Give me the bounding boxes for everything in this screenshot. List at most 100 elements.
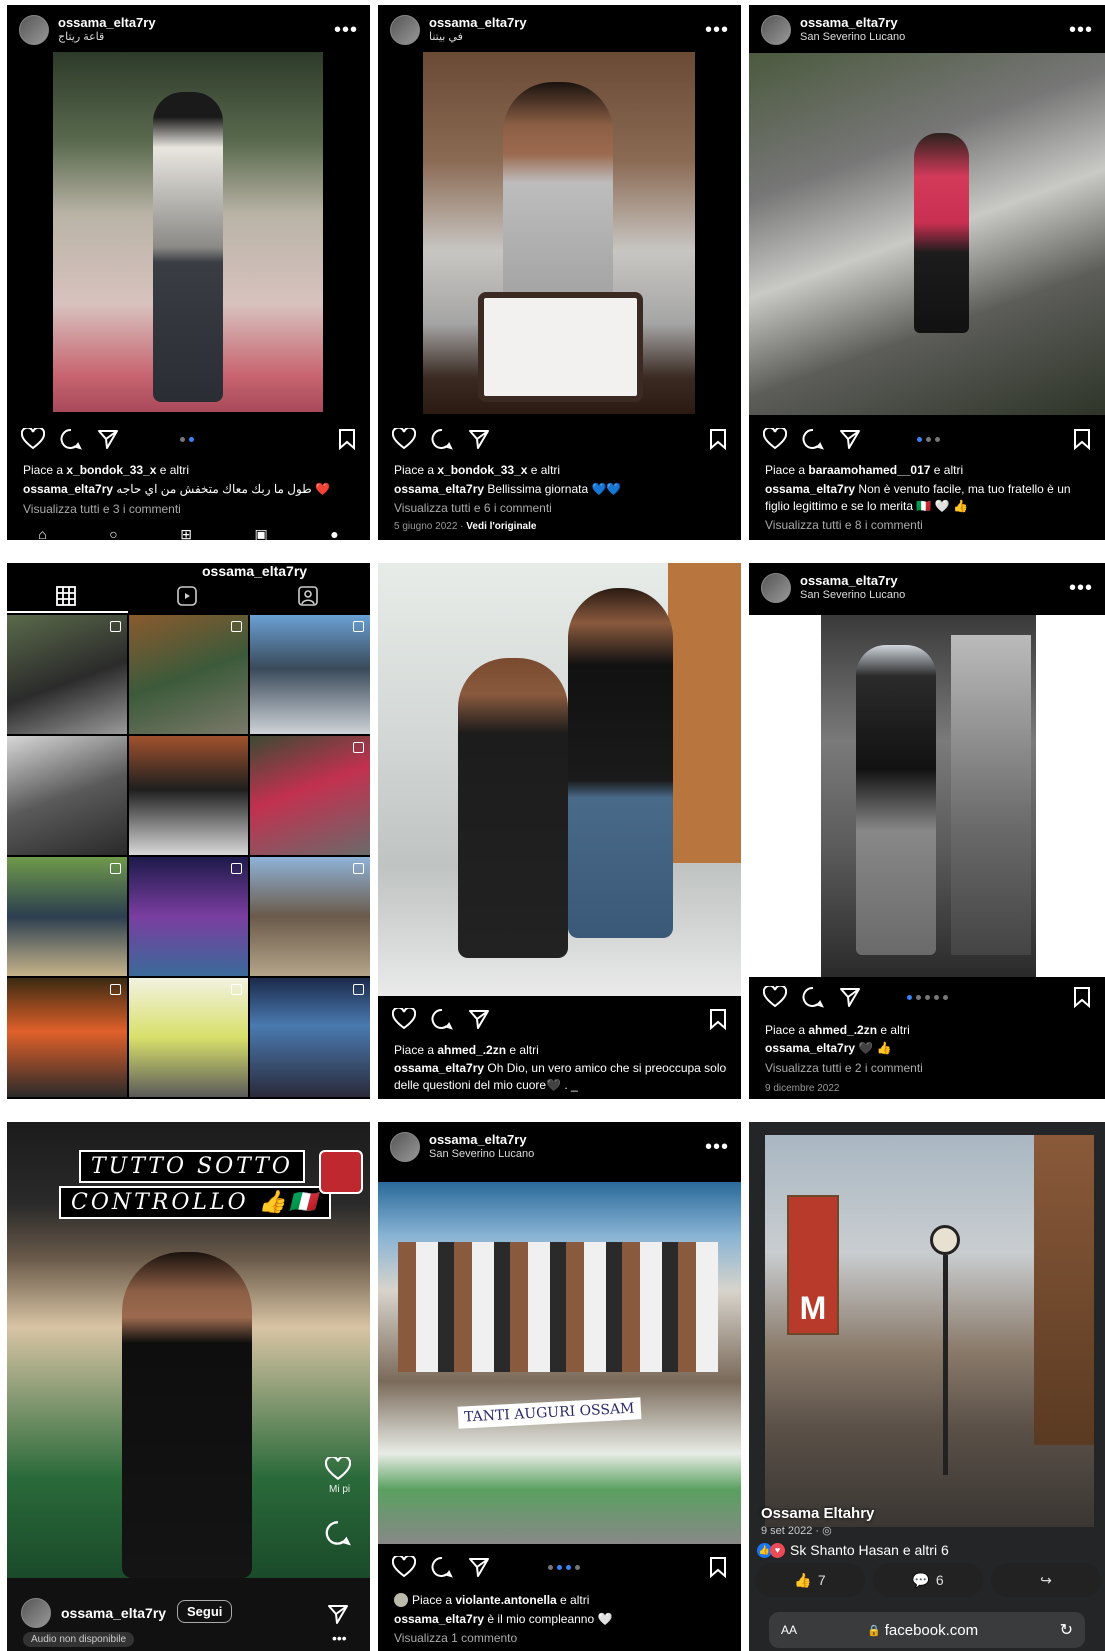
grid-post[interactable] <box>250 978 370 1097</box>
heart-icon[interactable] <box>21 428 45 450</box>
comment-icon[interactable] <box>60 428 82 450</box>
share-icon[interactable] <box>327 1603 349 1625</box>
caption-username[interactable]: ossama_elta7ry <box>394 1061 484 1075</box>
location[interactable]: في بيتنا <box>429 30 527 45</box>
location[interactable]: قاعة ريتاج <box>58 30 156 45</box>
grid-post[interactable] <box>128 978 249 1097</box>
post-photo[interactable] <box>53 52 323 412</box>
liked-username[interactable]: violante.antonella <box>455 1593 556 1607</box>
avatar[interactable] <box>21 1598 51 1628</box>
more-options-icon[interactable]: ••• <box>1069 577 1093 600</box>
liked-username[interactable]: x_bondok_33_x <box>437 463 527 477</box>
bookmark-icon[interactable] <box>709 1556 727 1578</box>
heart-icon[interactable] <box>392 1008 416 1030</box>
caption-username[interactable]: ossama_elta7ry <box>394 482 484 496</box>
comment-icon[interactable] <box>802 986 824 1008</box>
caption-username[interactable]: ossama_elta7ry <box>765 482 855 496</box>
location[interactable]: San Severino Lucano <box>429 1147 534 1162</box>
see-original-link[interactable]: Vedi l'originale <box>466 521 536 532</box>
caption-username[interactable]: ossama_elta7ry <box>23 482 113 496</box>
heart-icon[interactable] <box>392 428 416 450</box>
add-icon[interactable]: ⊞ <box>180 527 192 540</box>
comment-button[interactable]: 💬 6 <box>873 1563 983 1597</box>
bookmark-icon[interactable] <box>709 428 727 450</box>
reels-badge-icon[interactable] <box>319 1150 363 1194</box>
view-comments-link[interactable]: Visualizza tutti e 6 i commenti <box>394 500 729 517</box>
username[interactable]: ossama_elta7ry <box>800 15 905 30</box>
post-photo[interactable] <box>749 53 1105 415</box>
bookmark-icon[interactable] <box>1073 986 1091 1008</box>
heart-icon[interactable] <box>763 986 787 1008</box>
liked-username[interactable]: ahmed_.2zn <box>437 1043 506 1057</box>
share-icon[interactable] <box>468 1556 490 1578</box>
browser-address-bar[interactable]: AA 🔒 facebook.com ↻ <box>769 1612 1085 1648</box>
post-photo[interactable] <box>378 563 741 996</box>
avatar[interactable] <box>390 15 420 45</box>
text-size-button[interactable]: AA <box>781 1623 797 1637</box>
bookmark-icon[interactable] <box>338 428 356 450</box>
follow-button[interactable]: Segui <box>177 1600 233 1623</box>
location[interactable]: San Severino Lucano <box>800 588 905 603</box>
avatar[interactable] <box>19 15 49 45</box>
reaction-summary[interactable]: 👍 ♥ Sk Shanto Hasan e altri 6 <box>757 1542 949 1558</box>
grid-icon[interactable] <box>56 586 76 606</box>
audio-unavailable-label[interactable]: Audio non disponibile <box>23 1632 135 1647</box>
view-comments-link[interactable]: Visualizza 1 commento <box>394 1630 729 1647</box>
grid-post[interactable] <box>250 736 370 855</box>
share-icon[interactable] <box>839 986 861 1008</box>
like-button[interactable]: 👍 7 <box>755 1563 865 1597</box>
profile-icon[interactable]: ● <box>330 527 338 540</box>
more-options-icon[interactable]: ••• <box>334 19 358 42</box>
username[interactable]: ossama_elta7ry <box>429 1132 534 1147</box>
caption-username[interactable]: ossama_elta7ry <box>394 1612 484 1626</box>
comment-icon[interactable] <box>431 428 453 450</box>
post-photo[interactable] <box>423 52 695 414</box>
grid-post[interactable] <box>7 736 127 855</box>
grid-post[interactable] <box>128 736 249 855</box>
bookmark-icon[interactable] <box>1073 428 1091 450</box>
heart-icon[interactable] <box>392 1556 416 1578</box>
home-icon[interactable]: ⌂ <box>38 527 46 540</box>
liker-avatar[interactable] <box>394 1593 408 1607</box>
share-icon[interactable] <box>97 428 119 450</box>
grid-post[interactable] <box>128 615 249 734</box>
reel-like-icon[interactable] <box>325 1457 351 1481</box>
username[interactable]: ossama_elta7ry <box>800 573 905 588</box>
post-photo[interactable]: TANTI AUGURI OSSAM <box>378 1182 741 1544</box>
more-options-icon[interactable]: ••• <box>1069 19 1093 42</box>
avatar[interactable] <box>761 15 791 45</box>
share-icon[interactable] <box>468 1008 490 1030</box>
liked-username[interactable]: baraamohamed__017 <box>808 463 930 477</box>
liked-username[interactable]: x_bondok_33_x <box>66 463 156 477</box>
bookmark-icon[interactable] <box>709 1008 727 1030</box>
grid-post[interactable] <box>250 857 370 976</box>
post-photo[interactable] <box>749 615 1105 977</box>
grid-post[interactable] <box>7 615 127 734</box>
comment-icon[interactable] <box>802 428 824 450</box>
grid-post[interactable] <box>7 978 127 1097</box>
share-button[interactable]: ↪ <box>991 1563 1101 1597</box>
tagged-icon[interactable] <box>298 586 318 606</box>
view-comments-link[interactable]: Visualizza tutti e 2 i commenti <box>765 1060 1093 1077</box>
avatar[interactable] <box>390 1132 420 1162</box>
view-comments-link[interactable]: Visualizza tutti e 3 i commenti <box>23 501 358 518</box>
reel-comment-icon[interactable] <box>325 1520 351 1546</box>
more-options-icon[interactable]: ••• <box>332 1630 347 1646</box>
post-photo[interactable]: M <box>765 1135 1094 1527</box>
more-options-icon[interactable]: ••• <box>705 19 729 42</box>
comment-icon[interactable] <box>431 1556 453 1578</box>
heart-icon[interactable] <box>763 428 787 450</box>
grid-post[interactable] <box>128 857 249 976</box>
comment-icon[interactable] <box>431 1008 453 1030</box>
share-icon[interactable] <box>839 428 861 450</box>
location[interactable]: San Severino Lucano <box>800 30 905 45</box>
caption-username[interactable]: ossama_elta7ry <box>765 1041 855 1055</box>
reload-icon[interactable]: ↻ <box>1060 1620 1073 1640</box>
reels-tab-icon[interactable] <box>177 586 197 606</box>
view-comments-link[interactable]: Visualizza tutti e 8 i commenti <box>765 517 1093 534</box>
avatar[interactable] <box>761 573 791 603</box>
grid-post[interactable] <box>7 857 127 976</box>
grid-post[interactable] <box>250 615 370 734</box>
more-options-icon[interactable]: ••• <box>705 1136 729 1159</box>
search-icon[interactable]: ○ <box>109 527 117 540</box>
